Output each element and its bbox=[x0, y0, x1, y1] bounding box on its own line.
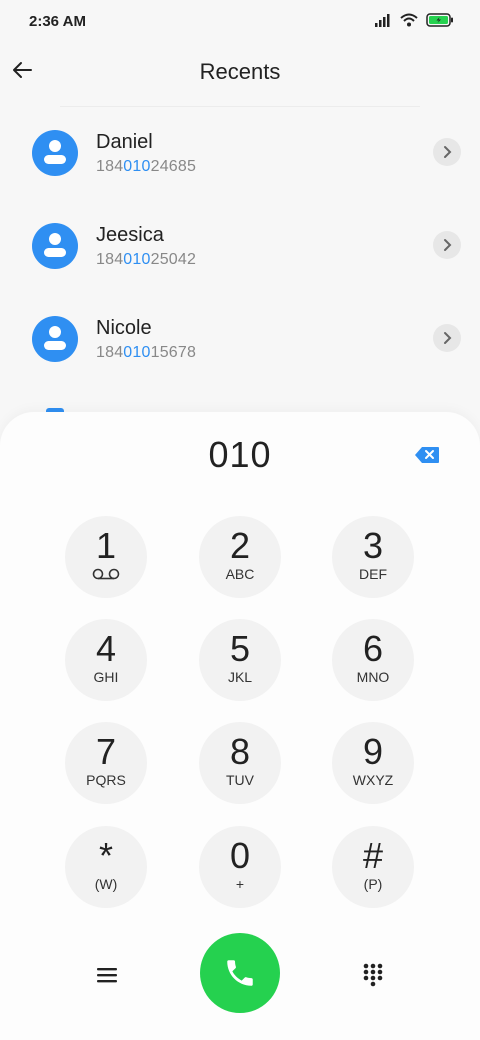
key-9[interactable]: 9 WXYZ bbox=[332, 722, 414, 804]
chevron-right-icon bbox=[444, 146, 452, 158]
key-7[interactable]: 7 PQRS bbox=[65, 722, 147, 804]
key-5[interactable]: 5 JKL bbox=[199, 619, 281, 701]
details-button[interactable] bbox=[433, 231, 461, 259]
key-2[interactable]: 2 ABC bbox=[199, 516, 281, 598]
contact-number: 18401024685 bbox=[96, 158, 197, 175]
dialpad-icon bbox=[363, 963, 383, 987]
key-8[interactable]: 8 TUV bbox=[199, 722, 281, 804]
voicemail-icon bbox=[92, 568, 120, 580]
backspace-icon bbox=[415, 447, 439, 463]
key-3[interactable]: 3 DEF bbox=[332, 516, 414, 598]
call-button[interactable] bbox=[200, 933, 280, 1013]
contact-name: Nicole bbox=[96, 317, 152, 339]
header: Recents bbox=[0, 42, 480, 104]
contact-name: Jeesica bbox=[96, 224, 164, 246]
key-1[interactable]: 1 bbox=[65, 516, 147, 598]
header-divider bbox=[60, 106, 420, 107]
page-title: Recents bbox=[199, 59, 281, 84]
contact-number: 18401025042 bbox=[96, 251, 197, 268]
chevron-right-icon bbox=[444, 332, 452, 344]
details-button[interactable] bbox=[433, 324, 461, 352]
key-6[interactable]: 6 MNO bbox=[332, 619, 414, 701]
recent-item-daniel[interactable]: Daniel 18401024685 bbox=[0, 117, 480, 207]
dialpad-toggle-button[interactable] bbox=[353, 955, 393, 995]
contact-name: Daniel bbox=[96, 131, 153, 153]
menu-button[interactable] bbox=[87, 955, 127, 995]
wifi-icon bbox=[400, 13, 418, 27]
key-4[interactable]: 4 GHI bbox=[65, 619, 147, 701]
status-time: 2:36 AM bbox=[29, 13, 86, 30]
recent-item-jeesica[interactable]: Jeesica 18401025042 bbox=[0, 210, 480, 300]
avatar bbox=[32, 316, 78, 362]
status-bar: 2:36 AM bbox=[0, 0, 480, 42]
key-star[interactable]: * (W) bbox=[65, 826, 147, 908]
battery-icon bbox=[426, 13, 453, 27]
backspace-button[interactable] bbox=[414, 446, 440, 464]
key-0[interactable]: 0 + bbox=[199, 826, 281, 908]
menu-icon bbox=[97, 968, 117, 983]
signal-icon bbox=[375, 14, 390, 27]
avatar bbox=[32, 223, 78, 269]
details-button[interactable] bbox=[433, 138, 461, 166]
key-hash[interactable]: # (P) bbox=[332, 826, 414, 908]
status-icons bbox=[374, 13, 454, 27]
dialed-number: 010 bbox=[208, 434, 272, 475]
contact-number: 18401015678 bbox=[96, 344, 197, 361]
chevron-right-icon bbox=[444, 239, 452, 251]
phone-icon bbox=[227, 960, 253, 986]
avatar bbox=[32, 130, 78, 176]
recent-item-nicole[interactable]: Nicole 18401015678 bbox=[0, 303, 480, 393]
